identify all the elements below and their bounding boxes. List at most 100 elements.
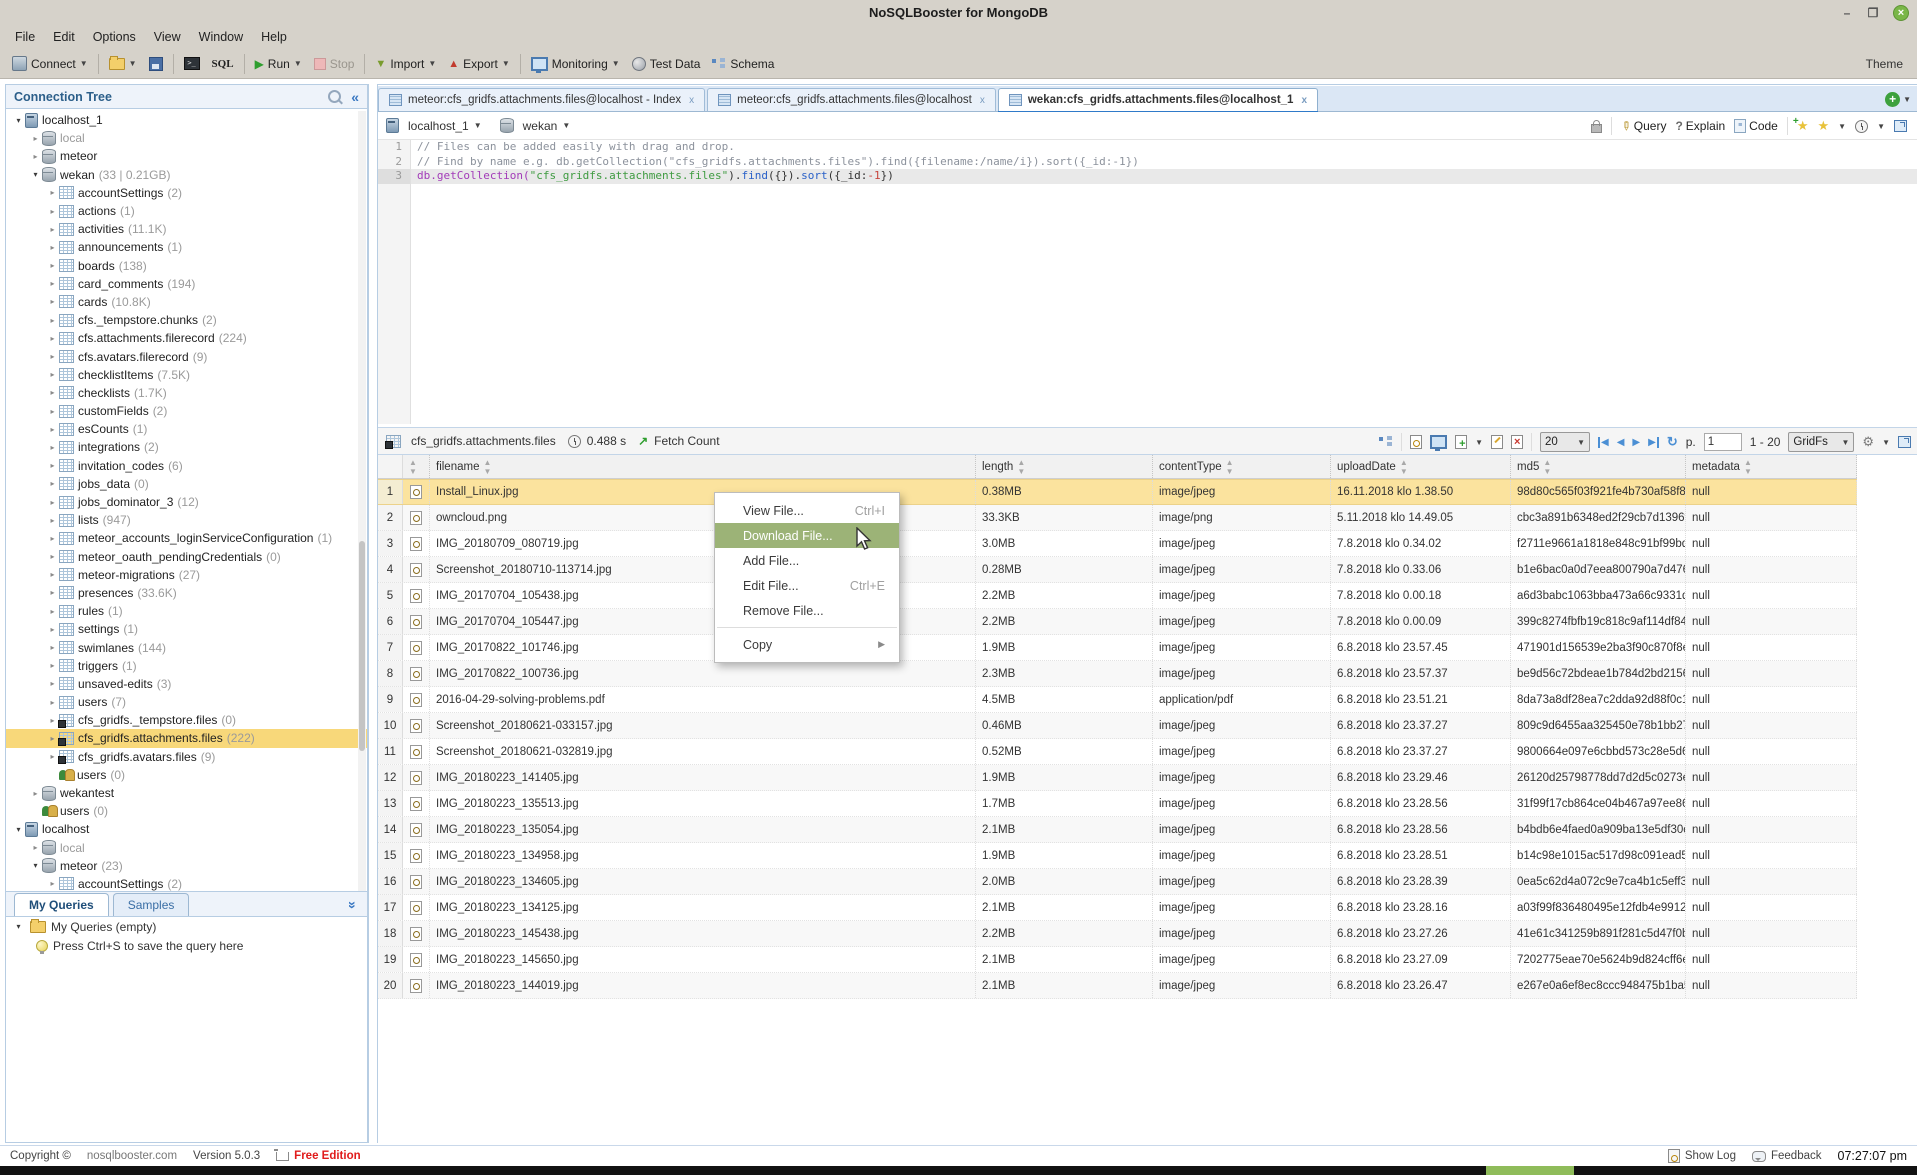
collapse-arrow-icon[interactable]: ▸ xyxy=(29,843,42,852)
tree-item-rules[interactable]: ▸rules(1) xyxy=(6,602,367,620)
chevron-down-icon[interactable]: ▼ xyxy=(1475,438,1483,447)
collapse-arrow-icon[interactable]: ▸ xyxy=(46,479,59,488)
row-preview[interactable] xyxy=(403,843,430,868)
collapse-arrow-icon[interactable]: ▸ xyxy=(46,443,59,452)
close-tab-icon[interactable]: x xyxy=(980,95,985,106)
favorites-icon[interactable]: ★ xyxy=(1818,118,1830,134)
row-preview[interactable] xyxy=(403,505,430,530)
schema-button[interactable]: Schema xyxy=(706,55,780,73)
table-row[interactable]: 18IMG_20180223_145438.jpg2.2MBimage/jpeg… xyxy=(378,921,1857,947)
menu-file[interactable]: File xyxy=(6,30,44,44)
sidebar-scrollbar[interactable] xyxy=(358,111,366,897)
close-tab-icon[interactable]: x xyxy=(1301,95,1307,106)
collapse-arrow-icon[interactable]: ▸ xyxy=(46,297,59,306)
tree-item-cfs-attachments-filerecord[interactable]: ▸cfs.attachments.filerecord(224) xyxy=(6,329,367,347)
row-preview[interactable] xyxy=(403,557,430,582)
tree-item-users[interactable]: ▸users(7) xyxy=(6,693,367,711)
collapse-arrow-icon[interactable]: ▸ xyxy=(29,134,42,143)
tree-item-unsaved-edits[interactable]: ▸unsaved-edits(3) xyxy=(6,675,367,693)
preview-file-icon[interactable] xyxy=(410,979,422,993)
collapse-arrow-icon[interactable]: ▸ xyxy=(46,207,59,216)
row-preview[interactable] xyxy=(403,583,430,608)
open-file-button[interactable]: ▼ xyxy=(103,56,143,72)
table-row[interactable]: 15IMG_20180223_134958.jpg1.9MBimage/jpeg… xyxy=(378,843,1857,869)
menu-item-add-file-[interactable]: Add File... xyxy=(715,548,899,573)
row-preview[interactable] xyxy=(403,609,430,634)
expand-arrow-icon[interactable]: ▾ xyxy=(29,170,42,179)
table-row[interactable]: 11Screenshot_20180621-032819.jpg0.52MBim… xyxy=(378,739,1857,765)
preview-file-icon[interactable] xyxy=(410,485,422,499)
table-row[interactable]: 13IMG_20180223_135513.jpg1.7MBimage/jpeg… xyxy=(378,791,1857,817)
table-row[interactable]: 5IMG_20170704_105438.jpg2.2MBimage/jpeg7… xyxy=(378,583,1857,609)
tree-item-actions[interactable]: ▸actions(1) xyxy=(6,202,367,220)
show-log-button[interactable]: Show Log xyxy=(1668,1149,1736,1163)
row-preview[interactable] xyxy=(403,713,430,738)
tree-item-users[interactable]: users(0) xyxy=(6,766,367,784)
connect-button[interactable]: Connect ▼ xyxy=(6,54,94,73)
menu-item-edit-file-[interactable]: Edit File...Ctrl+E xyxy=(715,573,899,598)
table-row[interactable]: 92016-04-29-solving-problems.pdf4.5MBapp… xyxy=(378,687,1857,713)
explain-button[interactable]: ? Explain xyxy=(1675,119,1725,133)
history-icon[interactable] xyxy=(1855,120,1868,133)
preview-file-icon[interactable] xyxy=(410,797,422,811)
preview-file-icon[interactable] xyxy=(410,901,422,915)
maximize-editor-icon[interactable] xyxy=(1894,120,1907,132)
collapse-arrow-icon[interactable]: ▸ xyxy=(46,243,59,252)
row-preview[interactable] xyxy=(403,791,430,816)
preview-file-icon[interactable] xyxy=(410,641,422,655)
code-button[interactable]: ≡ Code xyxy=(1734,119,1778,133)
row-preview[interactable] xyxy=(403,739,430,764)
tree-item-checklists[interactable]: ▸checklists(1.7K) xyxy=(6,384,367,402)
table-row[interactable]: 20IMG_20180223_144019.jpg2.1MBimage/jpeg… xyxy=(378,973,1857,999)
collapse-arrow-icon[interactable]: ▸ xyxy=(46,461,59,470)
table-row[interactable]: 8IMG_20170822_100736.jpg2.3MBimage/jpeg6… xyxy=(378,661,1857,687)
tree-item-integrations[interactable]: ▸integrations(2) xyxy=(6,438,367,456)
row-preview[interactable] xyxy=(403,869,430,894)
chevron-down-icon[interactable]: ▼ xyxy=(474,121,482,130)
table-row[interactable]: 1Install_Linux.jpg0.38MBimage/jpeg16.11.… xyxy=(378,479,1857,505)
preview-file-icon[interactable] xyxy=(410,927,422,941)
collapse-arrow-icon[interactable]: ▸ xyxy=(46,316,59,325)
collapse-arrow-icon[interactable]: ▸ xyxy=(46,498,59,507)
menu-options[interactable]: Options xyxy=(84,30,145,44)
connection-select[interactable]: localhost_1 xyxy=(408,119,469,133)
column-header-metadata[interactable]: metadata▲▼ xyxy=(1686,455,1857,478)
row-preview[interactable] xyxy=(403,765,430,790)
theme-label[interactable]: Theme xyxy=(1866,57,1903,71)
page-input[interactable]: 1 xyxy=(1704,433,1742,451)
view-file-icon[interactable] xyxy=(1410,435,1422,449)
expand-arrow-icon[interactable]: ▾ xyxy=(29,861,42,870)
tree-item-cfs-gridfs-attachments-files[interactable]: ▸cfs_gridfs.attachments.files(222) xyxy=(6,729,367,747)
preview-file-icon[interactable] xyxy=(410,875,422,889)
export-button[interactable]: ▲ Export ▼ xyxy=(442,55,516,73)
menu-item-remove-file-[interactable]: Remove File... xyxy=(715,598,899,623)
collapse-arrow-icon[interactable]: ▸ xyxy=(46,679,59,688)
collapse-arrow-icon[interactable]: ▸ xyxy=(46,370,59,379)
add-file-icon[interactable] xyxy=(1455,435,1467,449)
collapse-arrow-icon[interactable]: ▸ xyxy=(46,698,59,707)
next-page-button[interactable]: ▶ xyxy=(1632,437,1640,448)
tree-item-presences[interactable]: ▸presences(33.6K) xyxy=(6,584,367,602)
table-row[interactable]: 6IMG_20170704_105447.jpg2.2MBimage/jpeg7… xyxy=(378,609,1857,635)
add-favorite-icon[interactable]: ★ xyxy=(1797,118,1809,134)
fetch-count-button[interactable]: Fetch Count xyxy=(654,434,719,448)
preview-file-icon[interactable] xyxy=(410,563,422,577)
tree-item-localhost[interactable]: ▾localhost xyxy=(6,820,367,838)
my-queries-folder[interactable]: ▾ My Queries (empty) xyxy=(6,917,367,936)
table-row[interactable]: 14IMG_20180223_135054.jpg2.1MBimage/jpeg… xyxy=(378,817,1857,843)
preview-file-icon[interactable] xyxy=(410,719,422,733)
collapse-arrow-icon[interactable]: ▸ xyxy=(46,879,59,888)
sql-button[interactable]: SQL xyxy=(206,56,240,72)
lock-icon[interactable] xyxy=(1591,124,1602,133)
minimize-button[interactable]: – xyxy=(1841,7,1853,19)
monitoring-button[interactable]: Monitoring ▼ xyxy=(525,55,626,73)
query-editor[interactable]: 1// Files can be added easily with drag … xyxy=(378,140,1917,427)
tree-item-cfs-gridfs-avatars-files[interactable]: ▸cfs_gridfs.avatars.files(9) xyxy=(6,748,367,766)
database-select[interactable]: wekan xyxy=(523,119,558,133)
tree-item-local[interactable]: ▸local xyxy=(6,839,367,857)
remove-file-icon[interactable] xyxy=(1511,435,1523,449)
row-preview[interactable] xyxy=(403,973,430,998)
close-tab-icon[interactable]: x xyxy=(689,95,694,106)
tree-item-escounts[interactable]: ▸esCounts(1) xyxy=(6,420,367,438)
row-preview[interactable] xyxy=(403,921,430,946)
